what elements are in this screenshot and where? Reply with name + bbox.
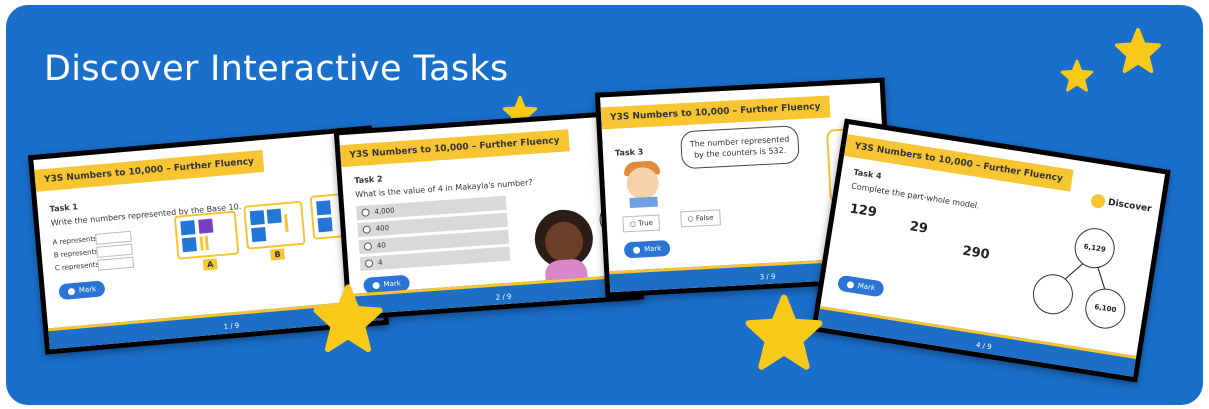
task-label: Task 4 xyxy=(852,167,883,181)
draggable-number[interactable]: 290 xyxy=(961,244,990,263)
character-illustration xyxy=(531,207,600,284)
task-label: Task 1 xyxy=(49,202,79,214)
answer-input[interactable] xyxy=(97,256,135,271)
slide-title-tag: Y3S Numbers to 10,000 – Further Fluency xyxy=(339,129,570,168)
block-label: B xyxy=(270,248,286,261)
slide-title-tag: Y3S Numbers to 10,000 – Further Fluency xyxy=(843,134,1074,192)
slide-title-tag: Y3S Numbers to 10,000 – Further Fluency xyxy=(600,95,831,130)
speech-bubble: The number represented by the counters i… xyxy=(679,125,800,170)
block-label: A xyxy=(202,258,218,271)
star-icon xyxy=(1060,59,1094,92)
answer-row-label: A represents xyxy=(52,234,98,247)
discover-logo: Discover xyxy=(1090,193,1152,216)
answer-row-label: C represents xyxy=(54,260,100,273)
star-icon xyxy=(313,284,383,353)
page-indicator: 2 / 9 xyxy=(495,292,512,302)
base10-blocks-a xyxy=(173,210,240,260)
draggable-number[interactable]: 129 xyxy=(849,201,878,220)
answer-input[interactable] xyxy=(95,230,132,245)
page-indicator: 3 / 9 xyxy=(759,272,776,282)
task-label: Task 3 xyxy=(614,147,644,158)
mark-button[interactable]: Mark xyxy=(58,280,106,301)
mark-button[interactable]: Mark xyxy=(836,274,886,298)
character-illustration xyxy=(620,160,666,209)
banner-title: Discover Interactive Tasks xyxy=(44,49,509,89)
star-icon xyxy=(745,294,823,370)
answer-row-label: B represents xyxy=(53,247,99,260)
base10-blocks-b xyxy=(243,200,306,250)
task-label: Task 2 xyxy=(353,174,383,186)
part-whole-lines xyxy=(1058,253,1108,297)
page-indicator: 1 / 9 xyxy=(223,321,240,331)
draggable-number[interactable]: 29 xyxy=(909,219,929,237)
mark-button[interactable]: Mark xyxy=(623,240,671,259)
star-icon xyxy=(1114,27,1162,74)
promo-banner: Discover Interactive Tasks Y3S Numbers t… xyxy=(6,5,1203,405)
task-slide-4[interactable]: Y3S Numbers to 10,000 – Further Fluency … xyxy=(811,118,1171,383)
slide-title-tag: Y3S Numbers to 10,000 – Further Fluency xyxy=(34,149,264,192)
false-option[interactable]: ○ False xyxy=(680,209,721,228)
answer-input[interactable] xyxy=(96,243,133,258)
true-option[interactable]: ○ True xyxy=(622,214,661,233)
